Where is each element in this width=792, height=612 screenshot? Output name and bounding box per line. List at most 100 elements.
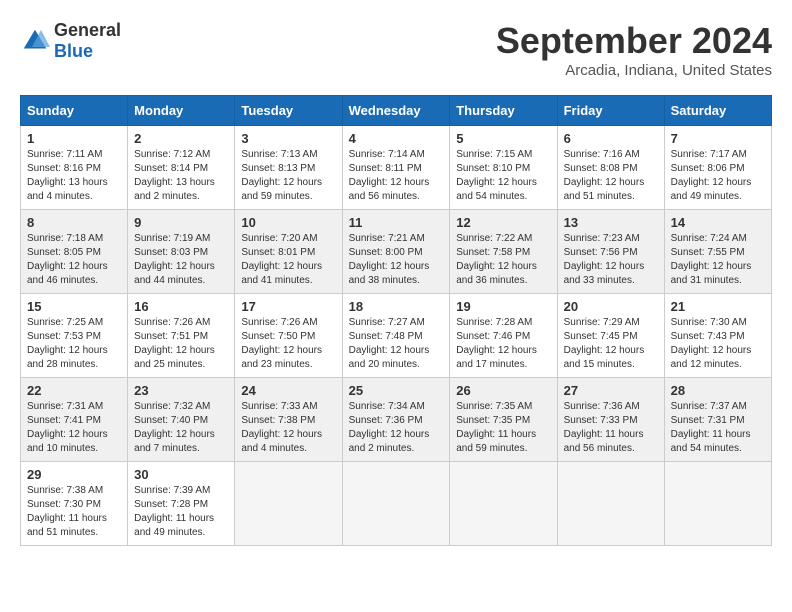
table-row: 26 Sunrise: 7:35 AM Sunset: 7:35 PM Dayl… (450, 378, 557, 462)
day-info: Sunrise: 7:31 AM Sunset: 7:41 PM Dayligh… (27, 400, 121, 456)
table-row: 12 Sunrise: 7:22 AM Sunset: 7:58 PM Dayl… (450, 210, 557, 294)
col-tuesday: Tuesday (235, 96, 342, 126)
day-info: Sunrise: 7:13 AM Sunset: 8:13 PM Dayligh… (241, 148, 335, 204)
col-friday: Friday (557, 96, 664, 126)
page-header: General Blue September 2024 Arcadia, Ind… (20, 20, 772, 79)
day-info: Sunrise: 7:17 AM Sunset: 8:06 PM Dayligh… (671, 148, 765, 204)
day-info: Sunrise: 7:39 AM Sunset: 7:28 PM Dayligh… (134, 484, 228, 540)
col-sunday: Sunday (21, 96, 128, 126)
day-info: Sunrise: 7:25 AM Sunset: 7:53 PM Dayligh… (27, 316, 121, 372)
day-number: 20 (564, 299, 658, 314)
table-row: 5 Sunrise: 7:15 AM Sunset: 8:10 PM Dayli… (450, 126, 557, 210)
table-row: 10 Sunrise: 7:20 AM Sunset: 8:01 PM Dayl… (235, 210, 342, 294)
day-info: Sunrise: 7:16 AM Sunset: 8:08 PM Dayligh… (564, 148, 658, 204)
calendar-week-row: 15 Sunrise: 7:25 AM Sunset: 7:53 PM Dayl… (21, 294, 772, 378)
day-info: Sunrise: 7:28 AM Sunset: 7:46 PM Dayligh… (456, 316, 550, 372)
table-row: 30 Sunrise: 7:39 AM Sunset: 7:28 PM Dayl… (128, 462, 235, 546)
day-number: 11 (349, 215, 444, 230)
day-info: Sunrise: 7:24 AM Sunset: 7:55 PM Dayligh… (671, 232, 765, 288)
logo-blue: Blue (54, 41, 93, 61)
calendar-header-row: Sunday Monday Tuesday Wednesday Thursday… (21, 96, 772, 126)
day-info: Sunrise: 7:30 AM Sunset: 7:43 PM Dayligh… (671, 316, 765, 372)
calendar-week-row: 1 Sunrise: 7:11 AM Sunset: 8:16 PM Dayli… (21, 126, 772, 210)
day-number: 5 (456, 131, 550, 146)
calendar-week-row: 8 Sunrise: 7:18 AM Sunset: 8:05 PM Dayli… (21, 210, 772, 294)
day-number: 25 (349, 383, 444, 398)
table-row: 15 Sunrise: 7:25 AM Sunset: 7:53 PM Dayl… (21, 294, 128, 378)
calendar-week-row: 29 Sunrise: 7:38 AM Sunset: 7:30 PM Dayl… (21, 462, 772, 546)
logo-general: General (54, 20, 121, 40)
day-number: 22 (27, 383, 121, 398)
day-number: 6 (564, 131, 658, 146)
table-row: 17 Sunrise: 7:26 AM Sunset: 7:50 PM Dayl… (235, 294, 342, 378)
col-thursday: Thursday (450, 96, 557, 126)
table-row: 8 Sunrise: 7:18 AM Sunset: 8:05 PM Dayli… (21, 210, 128, 294)
day-info: Sunrise: 7:29 AM Sunset: 7:45 PM Dayligh… (564, 316, 658, 372)
day-info: Sunrise: 7:32 AM Sunset: 7:40 PM Dayligh… (134, 400, 228, 456)
table-row: 16 Sunrise: 7:26 AM Sunset: 7:51 PM Dayl… (128, 294, 235, 378)
day-info: Sunrise: 7:18 AM Sunset: 8:05 PM Dayligh… (27, 232, 121, 288)
table-row: 13 Sunrise: 7:23 AM Sunset: 7:56 PM Dayl… (557, 210, 664, 294)
day-info: Sunrise: 7:34 AM Sunset: 7:36 PM Dayligh… (349, 400, 444, 456)
logo: General Blue (20, 20, 121, 62)
day-info: Sunrise: 7:11 AM Sunset: 8:16 PM Dayligh… (27, 148, 121, 204)
day-number: 19 (456, 299, 550, 314)
day-number: 7 (671, 131, 765, 146)
calendar-table: Sunday Monday Tuesday Wednesday Thursday… (20, 95, 772, 546)
table-row: 4 Sunrise: 7:14 AM Sunset: 8:11 PM Dayli… (342, 126, 450, 210)
day-number: 17 (241, 299, 335, 314)
day-info: Sunrise: 7:35 AM Sunset: 7:35 PM Dayligh… (456, 400, 550, 456)
day-number: 4 (349, 131, 444, 146)
day-number: 9 (134, 215, 228, 230)
day-info: Sunrise: 7:22 AM Sunset: 7:58 PM Dayligh… (456, 232, 550, 288)
table-row: 6 Sunrise: 7:16 AM Sunset: 8:08 PM Dayli… (557, 126, 664, 210)
day-number: 8 (27, 215, 121, 230)
day-number: 26 (456, 383, 550, 398)
day-info: Sunrise: 7:23 AM Sunset: 7:56 PM Dayligh… (564, 232, 658, 288)
table-row: 28 Sunrise: 7:37 AM Sunset: 7:31 PM Dayl… (664, 378, 771, 462)
table-row: 29 Sunrise: 7:38 AM Sunset: 7:30 PM Dayl… (21, 462, 128, 546)
table-row (557, 462, 664, 546)
table-row (342, 462, 450, 546)
day-number: 29 (27, 467, 121, 482)
table-row (235, 462, 342, 546)
day-info: Sunrise: 7:14 AM Sunset: 8:11 PM Dayligh… (349, 148, 444, 204)
table-row: 25 Sunrise: 7:34 AM Sunset: 7:36 PM Dayl… (342, 378, 450, 462)
day-number: 16 (134, 299, 228, 314)
table-row (664, 462, 771, 546)
col-saturday: Saturday (664, 96, 771, 126)
logo-icon (20, 26, 50, 56)
table-row: 14 Sunrise: 7:24 AM Sunset: 7:55 PM Dayl… (664, 210, 771, 294)
table-row: 3 Sunrise: 7:13 AM Sunset: 8:13 PM Dayli… (235, 126, 342, 210)
day-info: Sunrise: 7:36 AM Sunset: 7:33 PM Dayligh… (564, 400, 658, 456)
day-number: 13 (564, 215, 658, 230)
day-info: Sunrise: 7:27 AM Sunset: 7:48 PM Dayligh… (349, 316, 444, 372)
day-number: 28 (671, 383, 765, 398)
day-number: 27 (564, 383, 658, 398)
title-area: September 2024 Arcadia, Indiana, United … (496, 20, 772, 79)
table-row: 2 Sunrise: 7:12 AM Sunset: 8:14 PM Dayli… (128, 126, 235, 210)
col-monday: Monday (128, 96, 235, 126)
day-number: 14 (671, 215, 765, 230)
table-row: 9 Sunrise: 7:19 AM Sunset: 8:03 PM Dayli… (128, 210, 235, 294)
day-number: 3 (241, 131, 335, 146)
day-info: Sunrise: 7:15 AM Sunset: 8:10 PM Dayligh… (456, 148, 550, 204)
table-row (450, 462, 557, 546)
day-number: 21 (671, 299, 765, 314)
table-row: 7 Sunrise: 7:17 AM Sunset: 8:06 PM Dayli… (664, 126, 771, 210)
table-row: 1 Sunrise: 7:11 AM Sunset: 8:16 PM Dayli… (21, 126, 128, 210)
day-number: 23 (134, 383, 228, 398)
table-row: 24 Sunrise: 7:33 AM Sunset: 7:38 PM Dayl… (235, 378, 342, 462)
table-row: 23 Sunrise: 7:32 AM Sunset: 7:40 PM Dayl… (128, 378, 235, 462)
table-row: 27 Sunrise: 7:36 AM Sunset: 7:33 PM Dayl… (557, 378, 664, 462)
calendar-week-row: 22 Sunrise: 7:31 AM Sunset: 7:41 PM Dayl… (21, 378, 772, 462)
logo-text: General Blue (54, 20, 121, 62)
day-info: Sunrise: 7:26 AM Sunset: 7:50 PM Dayligh… (241, 316, 335, 372)
day-number: 1 (27, 131, 121, 146)
day-info: Sunrise: 7:12 AM Sunset: 8:14 PM Dayligh… (134, 148, 228, 204)
table-row: 22 Sunrise: 7:31 AM Sunset: 7:41 PM Dayl… (21, 378, 128, 462)
table-row: 11 Sunrise: 7:21 AM Sunset: 8:00 PM Dayl… (342, 210, 450, 294)
day-number: 10 (241, 215, 335, 230)
day-number: 24 (241, 383, 335, 398)
month-title: September 2024 (496, 20, 772, 62)
